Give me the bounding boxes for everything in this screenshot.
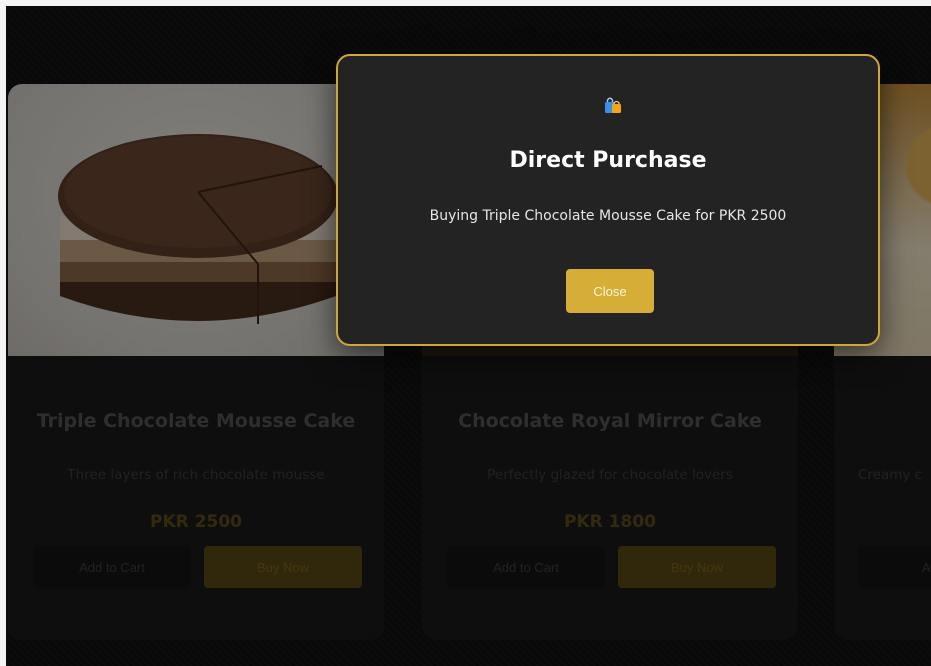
dialog-message: Buying Triple Chocolate Mousse Cake for … — [429, 208, 787, 224]
app-frame: Triple Chocolate Mousse Cake Three layer… — [6, 6, 931, 666]
shopping-bag-icon — [605, 97, 621, 113]
close-button[interactable]: Close — [566, 269, 654, 313]
purchase-dialog: Direct Purchase Buying Triple Chocolate … — [336, 54, 880, 346]
dialog-title: Direct Purchase — [509, 148, 707, 173]
